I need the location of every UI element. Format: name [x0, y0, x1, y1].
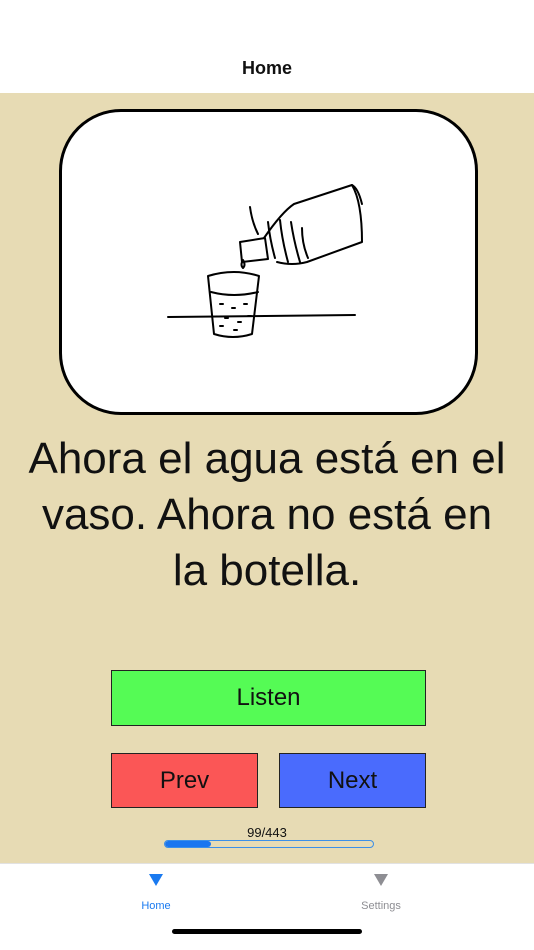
- lesson-content: Ahora el agua está en el vaso. Ahora no …: [0, 93, 534, 863]
- listen-button[interactable]: Listen: [111, 670, 426, 726]
- tab-settings[interactable]: Settings: [321, 874, 441, 912]
- page-title: Home: [241, 58, 292, 78]
- illustration-card: [59, 109, 478, 415]
- progress-fill: [165, 841, 212, 847]
- tab-home[interactable]: Home: [96, 874, 216, 912]
- progress-bar: [164, 840, 374, 848]
- lesson-sentence: Ahora el agua está en el vaso. Ahora no …: [28, 434, 506, 595]
- home-indicator: [172, 929, 362, 934]
- tab-home-label: Home: [141, 900, 171, 912]
- triangle-down-icon: [149, 874, 163, 886]
- prev-button[interactable]: Prev: [111, 753, 258, 808]
- tab-settings-label: Settings: [361, 900, 401, 912]
- triangle-down-icon: [374, 874, 388, 886]
- progress-counter: 99/443: [247, 825, 287, 840]
- navigation-bar: Home: [0, 0, 534, 93]
- pouring-water-illustration: [167, 184, 363, 338]
- tab-bar: Home Settings: [0, 863, 534, 950]
- next-button[interactable]: Next: [279, 753, 426, 808]
